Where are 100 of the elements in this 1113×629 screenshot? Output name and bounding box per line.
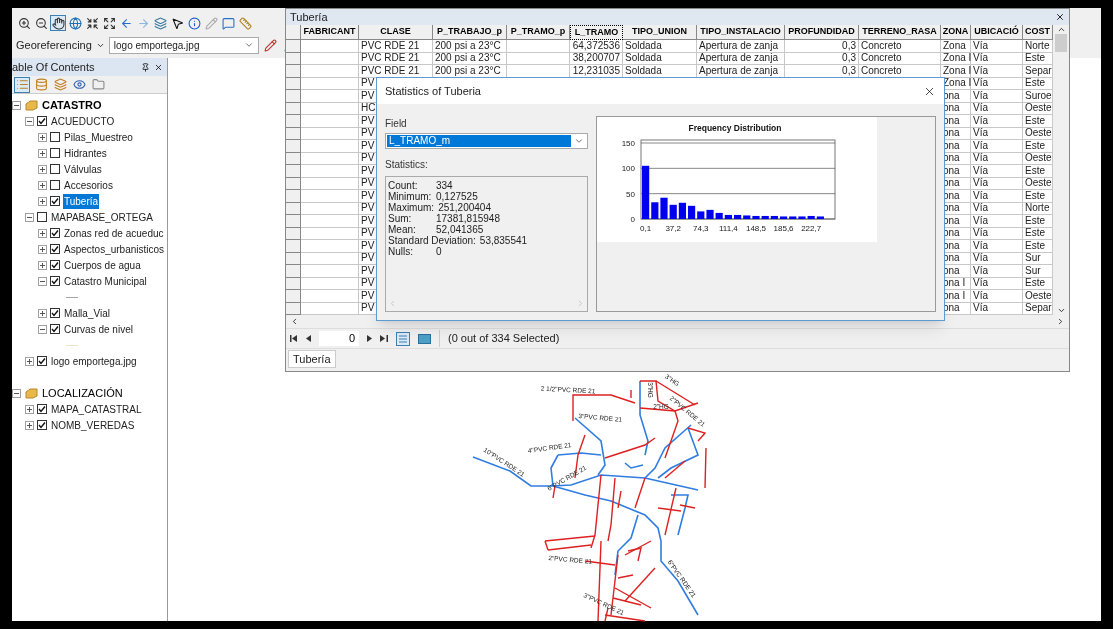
row-selector[interactable] [286, 290, 301, 303]
selected-records-icon[interactable] [418, 333, 431, 344]
row-selector[interactable] [286, 90, 301, 103]
checkbox[interactable] [37, 420, 47, 430]
all-records-icon[interactable] [396, 331, 410, 346]
shrink-icon[interactable] [84, 15, 100, 31]
checkbox[interactable] [37, 212, 47, 222]
row-selector[interactable] [286, 190, 301, 203]
globe-icon[interactable] [67, 15, 83, 31]
expand-icon[interactable] [38, 308, 47, 318]
layer-label[interactable]: logo emportega.jpg [50, 353, 138, 369]
checkbox[interactable] [50, 244, 60, 254]
layer-label[interactable]: NOMB_VEREDAS [50, 417, 136, 433]
expand-icon[interactable] [38, 180, 47, 190]
layer-label[interactable]: Curvas de nivel [63, 321, 134, 337]
checkbox[interactable] [50, 276, 60, 286]
layer-label[interactable]: Malla_Vial [63, 305, 111, 321]
layers-icon[interactable] [52, 76, 68, 93]
column-header[interactable]: P_TRABAJO_p [433, 25, 507, 40]
checkbox[interactable] [50, 148, 60, 158]
column-header[interactable]: TIPO_UNION [623, 25, 697, 40]
row-selector[interactable] [286, 115, 301, 128]
layer-label[interactable]: Zonas red de acueduc [63, 225, 165, 241]
layer-label[interactable]: Accesorios [63, 177, 114, 193]
group-label[interactable]: LOCALIZACIÓN [42, 384, 123, 402]
expand-icon[interactable] [38, 260, 47, 270]
layer-label[interactable]: MAPA_CATASTRAL [50, 401, 143, 417]
close-icon[interactable] [154, 62, 163, 72]
collapse-icon[interactable] [38, 276, 47, 286]
column-header[interactable]: UBICACIÓ [971, 25, 1023, 40]
layer-label[interactable]: Tubería [63, 193, 100, 209]
group-label[interactable]: CATASTRO [42, 96, 102, 114]
column-header[interactable]: TIPO_INSTALACIO [697, 25, 785, 40]
expand-icon[interactable] [38, 148, 47, 158]
field-select[interactable]: L_TRAMO_m [385, 133, 588, 149]
expand-icon[interactable] [38, 164, 47, 174]
checkbox[interactable] [50, 324, 60, 334]
toolbar-label[interactable]: Georeferencing [16, 36, 92, 54]
zoom-out-icon[interactable] [33, 15, 49, 31]
checkbox[interactable] [37, 356, 47, 366]
database-icon[interactable] [33, 76, 49, 93]
row-selector[interactable] [286, 140, 301, 153]
checkbox[interactable] [50, 180, 60, 190]
collapse-icon[interactable] [25, 116, 34, 126]
row-selector[interactable] [286, 215, 301, 228]
next-record-icon[interactable] [367, 335, 372, 342]
collapse-icon[interactable] [12, 100, 21, 110]
expand-icon[interactable] [101, 15, 117, 31]
expand-icon[interactable] [38, 196, 47, 206]
column-header[interactable]: PROFUNDIDAD [785, 25, 859, 40]
column-header[interactable]: CLASE [359, 25, 433, 40]
scroll-down-icon[interactable] [1056, 306, 1066, 315]
row-selector[interactable] [286, 65, 301, 78]
column-header[interactable]: P_TRAMO_p [507, 25, 570, 40]
layer-label[interactable]: Hidrantes [63, 145, 108, 161]
table-tab[interactable]: Tubería [288, 350, 336, 368]
row-selector[interactable] [286, 40, 301, 53]
hand-icon[interactable] [50, 15, 66, 31]
previous-record-icon[interactable] [306, 335, 311, 342]
checkbox[interactable] [50, 196, 60, 206]
layers-icon[interactable] [152, 15, 168, 31]
expand-icon[interactable] [38, 228, 47, 238]
layer-label[interactable]: Catastro Municipal [63, 273, 148, 289]
row-selector[interactable] [286, 265, 301, 278]
column-header[interactable]: TERRENO_RASA [859, 25, 941, 40]
list-icon[interactable] [14, 76, 30, 93]
record-field[interactable]: 0 [319, 331, 359, 346]
checkbox[interactable] [50, 164, 60, 174]
scrollbar-thumb[interactable] [1055, 34, 1067, 52]
layer-label[interactable]: MAPABASE_ORTEGA [50, 209, 154, 225]
column-header[interactable]: FABRICANT [301, 25, 359, 40]
pin-icon[interactable] [141, 62, 150, 72]
scroll-right-icon[interactable] [1056, 317, 1065, 326]
column-header[interactable]: ZONA [941, 25, 971, 40]
caret-icon[interactable] [243, 40, 254, 50]
zoom-in-icon[interactable] [16, 15, 32, 31]
checkbox[interactable] [37, 404, 47, 414]
scroll-left-icon[interactable] [290, 317, 299, 326]
ruler-icon[interactable] [237, 15, 253, 31]
scroll-up-icon[interactable] [1056, 25, 1066, 34]
layer-select[interactable]: logo emportega.jpg [108, 36, 259, 54]
first-record-icon[interactable] [290, 335, 298, 342]
checkbox[interactable] [50, 308, 60, 318]
checkbox[interactable] [37, 116, 47, 126]
expand-icon[interactable] [25, 356, 34, 366]
row-selector[interactable] [286, 240, 301, 253]
last-record-icon[interactable] [380, 335, 388, 342]
info-icon[interactable] [186, 15, 202, 31]
message-icon[interactable] [220, 15, 236, 31]
layer-label[interactable]: Pilas_Muestreo [63, 129, 134, 145]
collapse-icon[interactable] [25, 212, 34, 222]
expand-icon[interactable] [38, 244, 47, 254]
layer-label[interactable]: ACUEDUCTO [50, 113, 116, 129]
checkbox[interactable] [50, 260, 60, 270]
layer-label[interactable]: Aspectos_urbanisticos [63, 241, 166, 257]
layer-label[interactable]: Válvulas [63, 161, 103, 177]
layer-label[interactable]: Cuerpos de agua [63, 257, 142, 273]
collapse-icon[interactable] [38, 324, 47, 334]
expand-icon[interactable] [25, 404, 34, 414]
column-header[interactable]: L_TRAMO [570, 25, 623, 40]
